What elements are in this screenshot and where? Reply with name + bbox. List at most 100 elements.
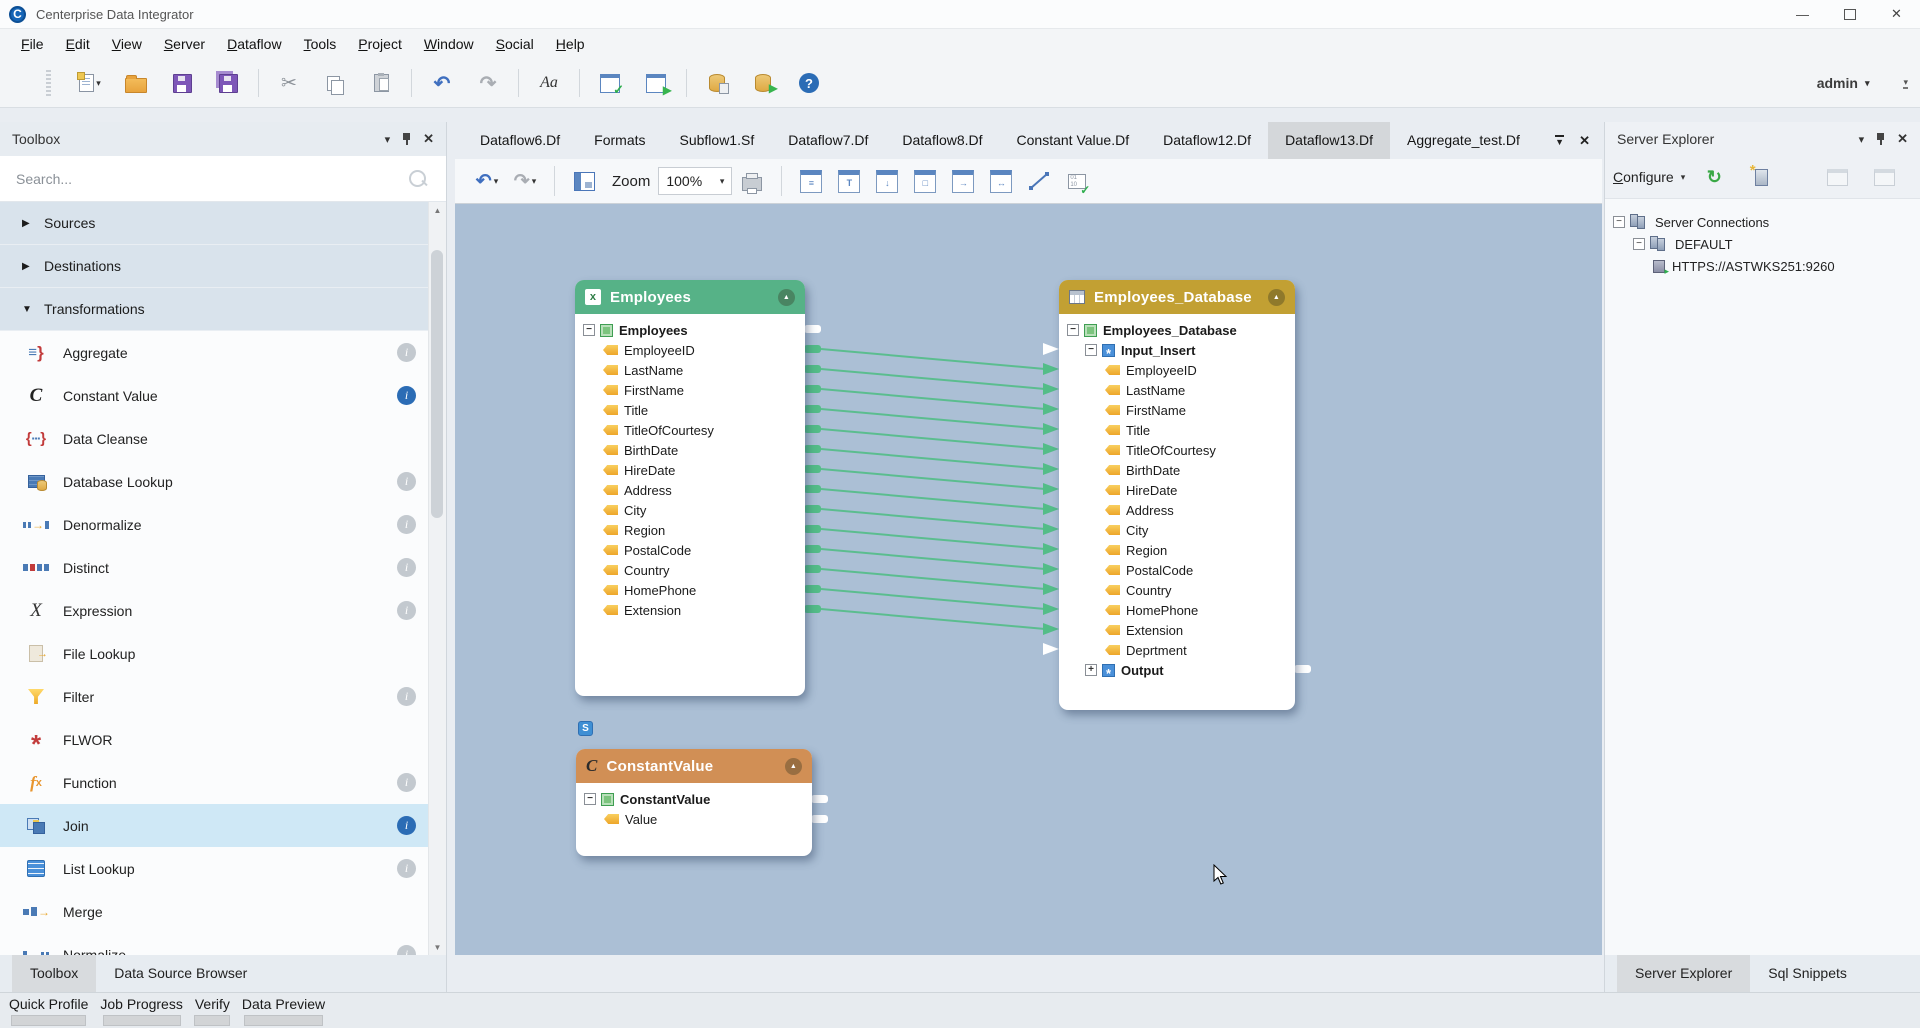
connection-line[interactable] xyxy=(821,549,1045,569)
redo-icon[interactable]: ↷ xyxy=(474,68,502,98)
tree-node-lastname[interactable]: LastName xyxy=(1067,380,1287,400)
collapse-box-icon[interactable]: − xyxy=(1067,324,1079,336)
output-port[interactable] xyxy=(804,405,821,413)
input-port[interactable] xyxy=(1043,363,1059,375)
document-tab-aggregate-test-df[interactable]: Aggregate_test.Df xyxy=(1390,122,1537,159)
output-port[interactable] xyxy=(804,545,821,553)
input-port[interactable] xyxy=(1043,623,1059,635)
output-port[interactable] xyxy=(804,385,821,393)
tree-node-employees-database[interactable]: −Employees_Database xyxy=(1067,320,1287,340)
connection-line[interactable] xyxy=(821,489,1045,509)
info-icon[interactable]: i xyxy=(397,945,416,955)
output-port[interactable] xyxy=(804,505,821,513)
statusbar-data-preview[interactable]: Data Preview xyxy=(239,993,328,1026)
document-tab-dataflow13-df[interactable]: Dataflow13.Df xyxy=(1268,122,1390,159)
copy-icon[interactable] xyxy=(321,68,349,98)
tree-node-region[interactable]: Region xyxy=(583,520,797,540)
collapse-box-icon[interactable]: − xyxy=(1613,216,1625,228)
toolbox-item-denormalize[interactable]: →Denormalizei xyxy=(0,503,446,546)
tree-node-employees[interactable]: −Employees xyxy=(583,320,797,340)
connection-line[interactable] xyxy=(821,389,1045,409)
collapse-box-icon[interactable]: − xyxy=(1633,238,1645,250)
tab-server-explorer[interactable]: Server Explorer xyxy=(1617,955,1750,992)
menu-project[interactable]: Project xyxy=(347,36,413,52)
preview-data-button[interactable]: 0110 xyxy=(1064,165,1090,197)
statusbar-job-progress[interactable]: Job Progress xyxy=(97,993,185,1026)
run-dataflow-icon[interactable]: ▶ xyxy=(642,68,670,98)
collapse-node-icon[interactable]: ▲ xyxy=(785,758,802,775)
tree-node-constantvalue[interactable]: −ConstantValue xyxy=(584,789,804,809)
server-browser-icon[interactable] xyxy=(1824,161,1850,193)
output-port[interactable] xyxy=(804,465,821,473)
document-tab-dataflow7-df[interactable]: Dataflow7.Df xyxy=(771,122,885,159)
tree-node-postalcode[interactable]: PostalCode xyxy=(583,540,797,560)
undo-button[interactable]: ↶▾ xyxy=(474,165,500,197)
expand-nodes-button[interactable]: ↓ xyxy=(874,165,900,197)
smart-connector-badge[interactable]: S xyxy=(578,721,593,736)
new-document-icon[interactable]: ▾ xyxy=(76,68,104,98)
menu-file[interactable]: File xyxy=(10,36,55,52)
input-port[interactable] xyxy=(1043,583,1059,595)
expand-box-icon[interactable]: + xyxy=(1085,664,1097,676)
info-icon[interactable]: i xyxy=(397,386,416,405)
save-all-icon[interactable] xyxy=(214,68,242,98)
search-input[interactable] xyxy=(14,170,409,188)
input-port[interactable] xyxy=(1043,383,1059,395)
output-port[interactable] xyxy=(804,365,821,373)
tree-node-deprtment[interactable]: Deprtment xyxy=(1067,640,1287,660)
input-port[interactable] xyxy=(1043,483,1059,495)
toolbox-item-database-lookup[interactable]: Database Lookupi xyxy=(0,460,446,503)
collapse-nodes-button[interactable]: □ xyxy=(912,165,938,197)
tree-node-homephone[interactable]: HomePhone xyxy=(583,580,797,600)
input-port[interactable] xyxy=(1043,443,1059,455)
collapse-node-icon[interactable]: ▲ xyxy=(778,289,795,306)
info-icon[interactable]: i xyxy=(397,816,416,835)
close-panel-icon[interactable]: ✕ xyxy=(423,131,434,147)
connection-line[interactable] xyxy=(821,569,1045,589)
toolbar-overflow-icon[interactable]: ▾ xyxy=(1903,78,1908,89)
distribute-nodes-button[interactable]: ↔ xyxy=(988,165,1014,197)
minimize-button[interactable]: — xyxy=(1779,0,1826,28)
dataflow-node-employees-database[interactable]: Employees_Database▲−Employees_Database−*… xyxy=(1059,280,1295,710)
tree-node-address[interactable]: Address xyxy=(1067,500,1287,520)
tab-data-source-browser[interactable]: Data Source Browser xyxy=(96,955,265,992)
toolbox-item-distinct[interactable]: Distincti xyxy=(0,546,446,589)
tree-node-firstname[interactable]: FirstName xyxy=(583,380,797,400)
collapse-box-icon[interactable]: − xyxy=(583,324,595,336)
menu-server[interactable]: Server xyxy=(153,36,216,52)
server-tree-server-connections[interactable]: −Server Connections xyxy=(1605,211,1920,233)
collapse-node-icon[interactable]: ▲ xyxy=(1268,289,1285,306)
maximize-button[interactable] xyxy=(1826,0,1873,28)
input-port[interactable] xyxy=(1043,403,1059,415)
input-port[interactable] xyxy=(1043,423,1059,435)
tree-node-city[interactable]: City xyxy=(583,500,797,520)
info-icon[interactable]: i xyxy=(397,687,416,706)
output-port[interactable] xyxy=(804,565,821,573)
menu-social[interactable]: Social xyxy=(485,36,545,52)
toolbox-item-join[interactable]: Joini xyxy=(0,804,446,847)
menu-help[interactable]: Help xyxy=(545,36,596,52)
toolbox-item-data-cleanse[interactable]: {▪▪▪}Data Cleanse xyxy=(0,417,446,460)
info-icon[interactable]: i xyxy=(397,601,416,620)
pin-icon[interactable] xyxy=(1876,133,1885,145)
collapse-box-icon[interactable]: − xyxy=(1085,344,1097,356)
help-icon[interactable]: ? xyxy=(795,68,823,98)
tree-node-title[interactable]: Title xyxy=(583,400,797,420)
tree-node-city[interactable]: City xyxy=(1067,520,1287,540)
toolbox-section-transformations[interactable]: ▼Transformations xyxy=(0,288,446,331)
toolbox-item-function[interactable]: fxFunctioni xyxy=(0,761,446,804)
node-header-employees[interactable]: xEmployees▲ xyxy=(575,280,805,314)
tree-node-region[interactable]: Region xyxy=(1067,540,1287,560)
info-icon[interactable]: i xyxy=(397,773,416,792)
toolbox-item-flwor[interactable]: *FLWOR xyxy=(0,718,446,761)
tree-node-hiredate[interactable]: HireDate xyxy=(583,460,797,480)
tab-toolbox[interactable]: Toolbox xyxy=(12,955,96,992)
toolbox-item-normalize[interactable]: →Normalizei xyxy=(0,933,446,955)
tree-node-homephone[interactable]: HomePhone xyxy=(1067,600,1287,620)
statusbar-quick-profile[interactable]: Quick Profile xyxy=(6,993,91,1026)
dataflow-node-constant-value[interactable]: CConstantValue▲−ConstantValueValue xyxy=(576,749,812,856)
toolbox-item-aggregate[interactable]: ≡}Aggregatei xyxy=(0,331,446,374)
document-tab-subflow1-sf[interactable]: Subflow1.Sf xyxy=(663,122,772,159)
font-icon[interactable]: Aa xyxy=(535,68,563,98)
field-connections[interactable] xyxy=(804,345,1059,635)
